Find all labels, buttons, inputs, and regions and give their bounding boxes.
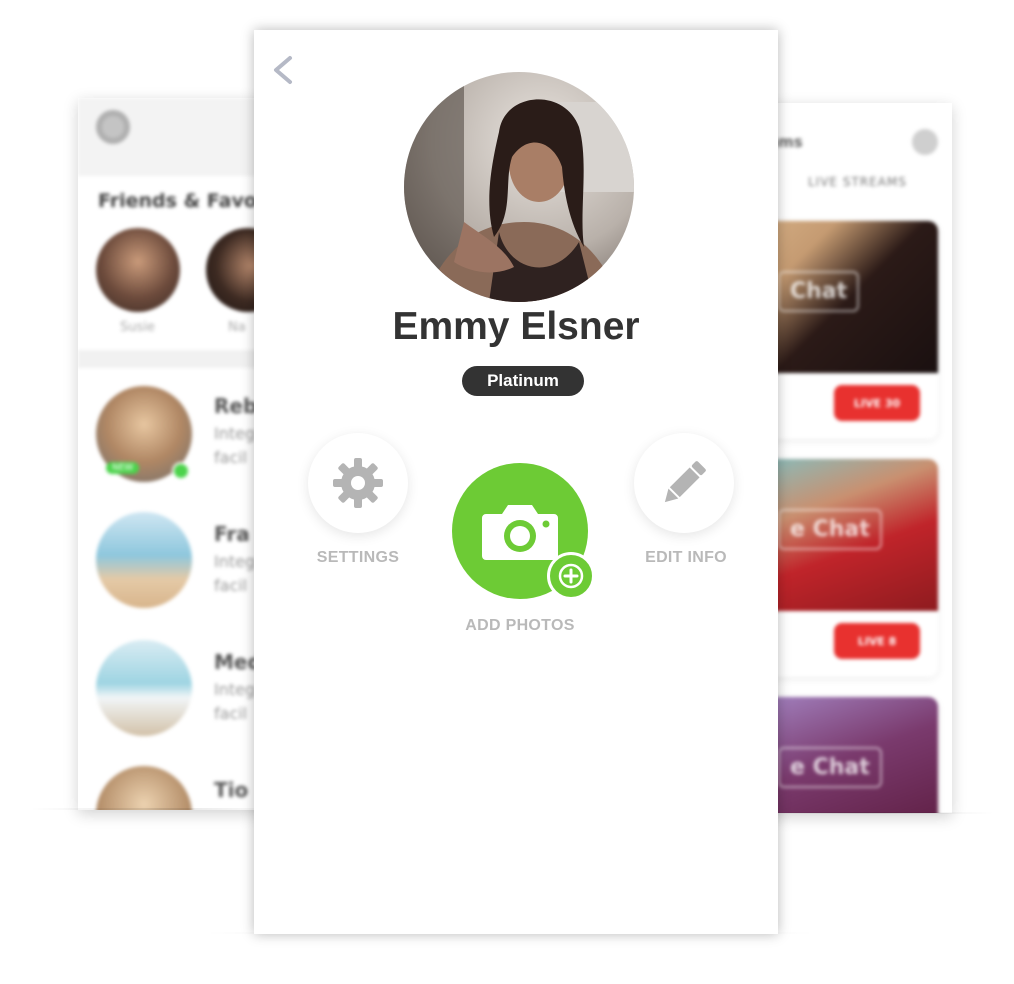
membership-tier-badge: Platinum [462,366,584,396]
avatar [912,129,938,155]
conversation-avatar [96,512,192,608]
gear-icon [96,110,130,144]
gear-icon [333,458,383,508]
conversation-name: Tio [214,778,249,802]
profile-photo[interactable] [404,72,634,302]
conversation-avatar [96,766,192,810]
conversation-preview: facil [214,448,248,467]
profile-screen: Emmy Elsner Platinum SETTINGS ADD PHOTOS… [254,30,778,934]
conversation-avatar [96,640,192,736]
floor-shadow [30,808,290,810]
plus-icon-graphic [558,563,584,589]
conversation-preview: Integ [214,552,256,571]
online-status-dot [172,462,190,480]
profile-photo-graphic [404,72,634,302]
conversation-preview: Integ [214,680,256,699]
favorite-name: Susie [120,320,155,335]
chat-label: Chat [778,271,860,312]
settings-label: SETTINGS [316,549,400,566]
settings-button[interactable] [308,433,408,533]
conversation-preview: Integ [214,424,256,443]
friends-section-title: Friends & Favo [98,190,257,212]
chat-label: e Chat [778,747,882,788]
pencil-icon [664,461,706,503]
tab-live-streams: LIVE STREAMS [808,175,907,189]
edit-info-label: EDIT INFO [645,549,727,566]
chevron-left-graphic [274,56,292,84]
add-photos-label: ADD PHOTOS [465,617,575,634]
profile-name: Emmy Elsner [392,305,640,348]
plus-icon[interactable] [547,552,595,600]
live-button: LIVE 30 [834,385,920,421]
favorite-name: Na [228,320,246,335]
live-button: LIVE 8 [834,623,920,659]
new-badge: NEW [106,462,140,474]
conversation-preview: facil [214,704,248,723]
edit-info-button[interactable] [634,433,734,533]
chat-label: e Chat [778,509,882,550]
conversation-name: Reb [214,394,258,418]
conversation-preview: facil [214,576,248,595]
floor-shadow [740,812,994,814]
conversation-name: Fra [214,522,250,546]
favorite-avatar [96,228,180,312]
chevron-left-icon[interactable] [268,50,298,90]
camera-icon [482,505,558,560]
